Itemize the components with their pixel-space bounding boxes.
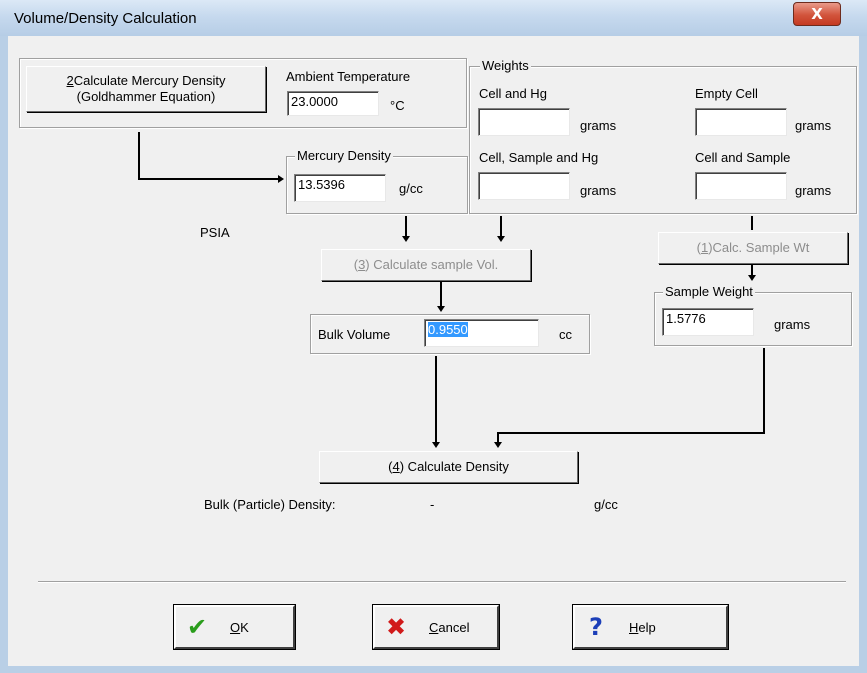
connector-line: [138, 178, 282, 180]
cell-and-sample-unit: grams: [795, 183, 832, 198]
arrow-right-icon: [278, 175, 284, 183]
calculate-sample-weight-label: (1)Calc. Sample Wt: [696, 240, 810, 255]
bulk-volume-label: Bulk Volume: [318, 327, 391, 342]
calculate-density-label: (4) Calculate Density: [388, 459, 509, 474]
cell-sample-hg-unit: grams: [580, 183, 617, 198]
bulk-volume-unit: cc: [559, 327, 572, 342]
ok-label: OK: [230, 620, 249, 635]
close-button[interactable]: X: [793, 2, 841, 26]
arrow-down-icon: [437, 306, 445, 312]
ambient-temperature-input[interactable]: 23.0000: [287, 91, 379, 116]
arrow-down-icon: [748, 275, 756, 281]
connector-line: [405, 216, 407, 238]
connector-line: [435, 356, 437, 444]
help-label: Help: [629, 620, 656, 635]
calculate-mercury-density-line2: (Goldhammer Equation): [76, 89, 216, 104]
calculate-density-button[interactable]: (4) Calculate Density: [319, 451, 578, 483]
bulk-density-value: -: [430, 497, 435, 512]
cell-and-hg-unit: grams: [580, 118, 617, 133]
bulk-density-unit: g/cc: [594, 497, 618, 512]
bulk-density-label: Bulk (Particle) Density:: [204, 497, 336, 512]
connector-line: [751, 216, 753, 230]
cell-and-sample-input[interactable]: [695, 172, 787, 200]
mercury-density-input[interactable]: 13.5396: [294, 174, 386, 202]
title-bar[interactable]: Volume/Density Calculation X: [0, 0, 867, 36]
cell-sample-hg-label: Cell, Sample and Hg: [479, 150, 599, 165]
connector-line: [497, 432, 765, 434]
help-button[interactable]: ? Help: [572, 604, 729, 650]
arrow-down-icon: [402, 236, 410, 242]
cancel-label: Cancel: [429, 620, 470, 635]
empty-cell-label: Empty Cell: [695, 86, 758, 101]
arrow-down-icon: [497, 236, 505, 242]
calculate-sample-volume-label: (3) Calculate sample Vol.: [353, 257, 499, 272]
calculate-mercury-density-line1: 2Calculate Mercury Density: [66, 73, 226, 88]
cell-sample-hg-input[interactable]: [478, 172, 570, 200]
mercury-density-group-title: Mercury Density: [295, 148, 393, 163]
psia-label: PSIA: [200, 225, 230, 240]
calculate-sample-weight-button[interactable]: (1)Calc. Sample Wt: [658, 232, 848, 264]
connector-line: [500, 216, 502, 238]
connector-line: [763, 348, 765, 434]
bulk-volume-input[interactable]: 0.9550: [424, 319, 539, 347]
ambient-temperature-unit: °C: [390, 98, 405, 113]
ok-button[interactable]: ✔ OK: [173, 604, 296, 650]
connector-line: [440, 282, 442, 308]
question-icon: ?: [589, 613, 603, 641]
weights-group-title: Weights: [480, 58, 531, 73]
dialog-client-area: 2Calculate Mercury Density (Goldhammer E…: [8, 36, 859, 666]
empty-cell-input[interactable]: [695, 108, 787, 136]
arrow-down-icon: [432, 442, 440, 448]
cell-and-hg-input[interactable]: [478, 108, 570, 136]
cell-and-sample-label: Cell and Sample: [695, 150, 791, 165]
dialog-window: Volume/Density Calculation X 2Calculate …: [0, 0, 867, 673]
sample-weight-unit: grams: [774, 317, 811, 332]
cancel-button[interactable]: ✖ Cancel: [372, 604, 500, 650]
sample-weight-group-title: Sample Weight: [663, 284, 755, 299]
separator: [38, 581, 846, 583]
ambient-temperature-label: Ambient Temperature: [286, 69, 411, 84]
mercury-density-unit: g/cc: [399, 181, 423, 196]
connector-line: [138, 132, 140, 180]
cell-and-hg-label: Cell and Hg: [479, 86, 547, 101]
x-icon: ✖: [385, 613, 407, 641]
arrow-down-icon: [494, 442, 502, 448]
check-icon: ✔: [186, 613, 208, 641]
close-icon: X: [811, 5, 823, 23]
bulk-volume-value: 0.9550: [428, 322, 468, 337]
sample-weight-input[interactable]: 1.5776: [662, 308, 754, 336]
empty-cell-unit: grams: [795, 118, 832, 133]
window-title: Volume/Density Calculation: [14, 10, 197, 27]
calculate-sample-volume-button[interactable]: (3) Calculate sample Vol.: [321, 249, 531, 281]
calculate-mercury-density-button[interactable]: 2Calculate Mercury Density (Goldhammer E…: [26, 66, 266, 112]
